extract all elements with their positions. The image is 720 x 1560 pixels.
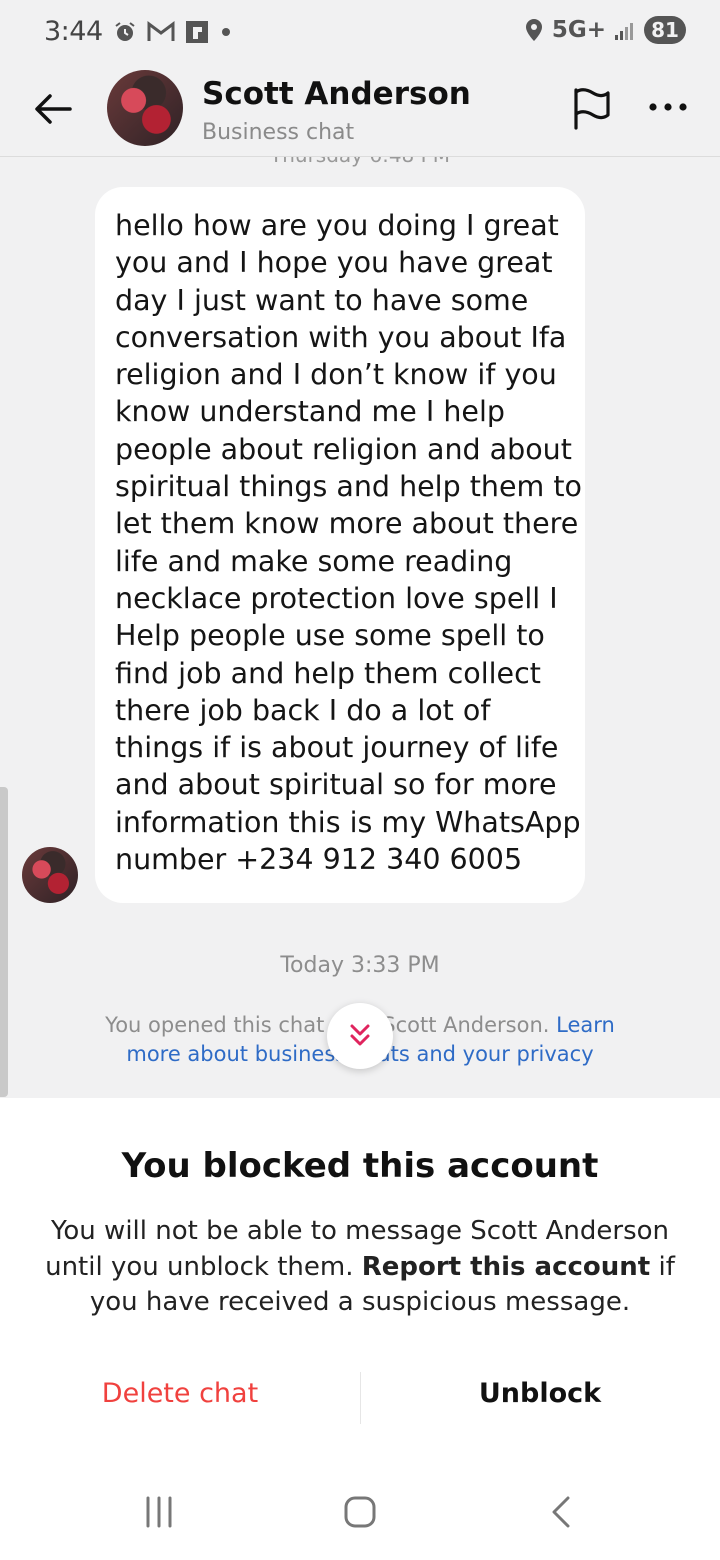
more-options-button[interactable] xyxy=(646,92,690,122)
back-button[interactable] xyxy=(30,86,76,132)
more-icon xyxy=(649,103,687,111)
system-back-button[interactable] xyxy=(544,1492,580,1536)
timestamp-label: Today 3:33 PM xyxy=(280,953,440,978)
status-left: 3:44 xyxy=(44,16,233,47)
flipboard-icon xyxy=(185,20,209,44)
delete-chat-button[interactable]: Delete chat xyxy=(0,1378,360,1409)
message-bubble[interactable]: hello how are you doing I great you and I… xyxy=(95,187,585,903)
avatar[interactable] xyxy=(107,70,183,146)
flag-icon xyxy=(574,88,610,130)
message-line: conversation with you about Ifa xyxy=(115,320,567,354)
system-nav-bar xyxy=(0,1470,720,1560)
dot-icon xyxy=(219,25,233,39)
scrollbar[interactable] xyxy=(0,787,8,1097)
location-icon xyxy=(524,18,544,42)
message-line: there job back I do a lot of xyxy=(115,693,491,727)
report-account-link[interactable]: Report this account xyxy=(362,1252,651,1282)
scroll-to-bottom-button[interactable] xyxy=(327,1003,393,1069)
unblock-button[interactable]: Unblock xyxy=(360,1378,720,1409)
message-line: number +234 912 340 6005 xyxy=(115,843,523,877)
battery-indicator: 81 xyxy=(644,16,686,44)
message-line: spiritual things and help them to xyxy=(115,470,582,504)
message-line: day I just want to have some xyxy=(115,283,529,317)
gmail-icon xyxy=(147,20,175,43)
date-separator: Thursday 6:48 PM xyxy=(0,157,720,167)
double-chevron-down-icon xyxy=(350,1024,370,1046)
chevron-left-icon xyxy=(552,1496,570,1528)
status-right: 5G+ 81 xyxy=(524,16,686,44)
blocked-title: You blocked this account xyxy=(121,1146,599,1186)
report-flag-button[interactable] xyxy=(568,84,616,132)
message-line: people about religion and about xyxy=(115,432,572,466)
message-line: religion and I don’t know if you xyxy=(115,358,557,392)
message-line: necklace protection love spell I xyxy=(115,581,558,615)
message-line: life and make some reading xyxy=(115,544,513,578)
message-line: things if is about journey of life xyxy=(115,731,559,765)
message-line: let them know more about there xyxy=(115,507,579,541)
sender-avatar[interactable] xyxy=(22,847,78,903)
recent-apps-button[interactable] xyxy=(140,1492,178,1536)
contact-subtitle: Business chat xyxy=(202,120,355,145)
message-line: information this is my WhatsApp xyxy=(115,805,581,839)
message-line: and about spiritual so for more xyxy=(115,768,557,802)
message-line: Help people use some spell to xyxy=(115,619,545,653)
message-line: know understand me I help xyxy=(115,395,505,429)
signal-icon xyxy=(614,19,636,41)
alarm-icon xyxy=(113,20,137,44)
message-line: find job and help them collect xyxy=(115,656,541,690)
network-type: 5G+ xyxy=(551,17,606,43)
status-time: 3:44 xyxy=(44,16,103,47)
status-bar: 3:44 5G+ 81 xyxy=(0,0,720,68)
home-button[interactable] xyxy=(340,1492,380,1536)
blocked-description: You will not be able to message Scott An… xyxy=(40,1214,680,1321)
chat-area[interactable]: Thursday 6:48 PM hello how are you doing… xyxy=(0,157,720,1097)
message-line: hello how are you doing I great xyxy=(115,209,559,242)
home-icon xyxy=(344,1496,376,1528)
recent-apps-icon xyxy=(146,1496,172,1528)
back-arrow-icon xyxy=(35,94,72,124)
contact-name[interactable]: Scott Anderson xyxy=(202,76,471,112)
message-line: you and I hope you have great xyxy=(115,246,553,280)
chat-header: Scott Anderson Business chat xyxy=(0,68,720,157)
